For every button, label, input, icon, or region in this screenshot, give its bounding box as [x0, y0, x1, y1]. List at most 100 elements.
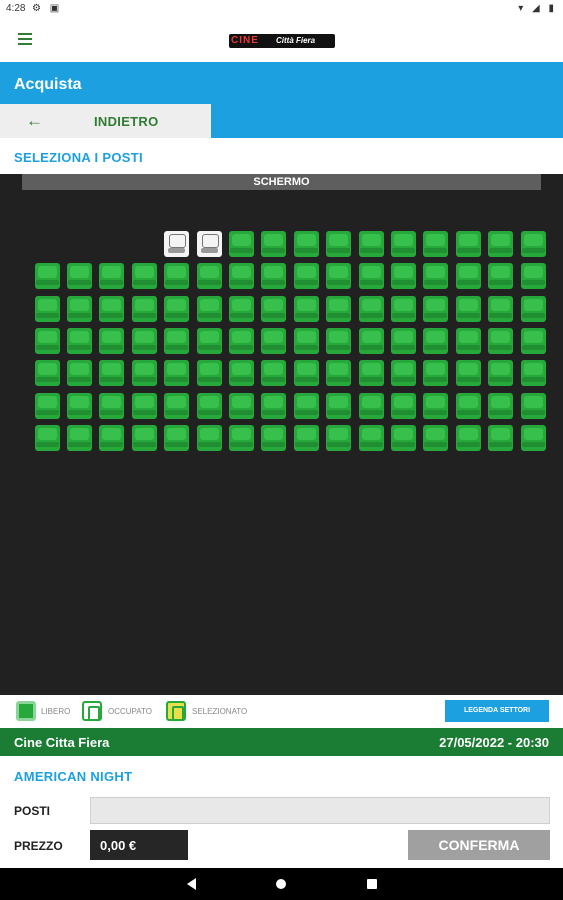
- free-seat[interactable]: [67, 263, 92, 290]
- free-seat[interactable]: [131, 360, 157, 387]
- free-seat[interactable]: [34, 295, 60, 322]
- free-seat[interactable]: [229, 263, 254, 290]
- free-seat[interactable]: [326, 360, 352, 387]
- free-seat[interactable]: [391, 327, 416, 354]
- free-seat[interactable]: [131, 424, 157, 451]
- free-seat[interactable]: [196, 360, 222, 387]
- free-seat[interactable]: [196, 263, 222, 290]
- free-seat[interactable]: [67, 327, 92, 354]
- free-seat[interactable]: [293, 231, 319, 257]
- free-seat[interactable]: [67, 360, 92, 387]
- free-seat[interactable]: [455, 263, 481, 290]
- free-seat[interactable]: [520, 424, 546, 451]
- free-seat[interactable]: [131, 392, 157, 419]
- back-button[interactable]: ← INDIETRO: [0, 104, 211, 138]
- free-seat[interactable]: [196, 327, 222, 354]
- free-seat[interactable]: [261, 392, 287, 419]
- free-seat[interactable]: [99, 360, 125, 387]
- free-seat[interactable]: [358, 360, 384, 387]
- free-seat[interactable]: [99, 295, 125, 322]
- free-seat[interactable]: [293, 327, 319, 354]
- free-seat[interactable]: [520, 360, 546, 387]
- free-seat[interactable]: [196, 424, 222, 451]
- free-seat[interactable]: [261, 360, 287, 387]
- free-seat[interactable]: [520, 392, 546, 419]
- free-seat[interactable]: [391, 263, 416, 290]
- free-seat[interactable]: [423, 392, 449, 419]
- free-seat[interactable]: [131, 263, 157, 290]
- free-seat[interactable]: [520, 327, 546, 354]
- free-seat[interactable]: [391, 231, 416, 257]
- free-seat[interactable]: [455, 231, 481, 257]
- free-seat[interactable]: [423, 295, 449, 322]
- free-seat[interactable]: [34, 360, 60, 387]
- free-seat[interactable]: [131, 327, 157, 354]
- nav-back-icon[interactable]: [187, 878, 196, 890]
- free-seat[interactable]: [229, 424, 254, 451]
- free-seat[interactable]: [293, 295, 319, 322]
- free-seat[interactable]: [520, 295, 546, 322]
- free-seat[interactable]: [358, 231, 384, 257]
- free-seat[interactable]: [99, 263, 125, 290]
- free-seat[interactable]: [293, 263, 319, 290]
- free-seat[interactable]: [164, 424, 190, 451]
- free-seat[interactable]: [520, 263, 546, 290]
- free-seat[interactable]: [34, 424, 60, 451]
- free-seat[interactable]: [99, 392, 125, 419]
- free-seat[interactable]: [164, 327, 190, 354]
- free-seat[interactable]: [99, 424, 125, 451]
- free-seat[interactable]: [488, 231, 514, 257]
- confirm-button[interactable]: CONFERMA: [408, 830, 550, 860]
- free-seat[interactable]: [261, 295, 287, 322]
- free-seat[interactable]: [196, 295, 222, 322]
- free-seat[interactable]: [455, 295, 481, 322]
- free-seat[interactable]: [358, 424, 384, 451]
- free-seat[interactable]: [423, 424, 449, 451]
- free-seat[interactable]: [488, 424, 514, 451]
- free-seat[interactable]: [164, 295, 190, 322]
- free-seat[interactable]: [261, 263, 287, 290]
- free-seat[interactable]: [488, 295, 514, 322]
- free-seat[interactable]: [423, 231, 449, 257]
- free-seat[interactable]: [423, 263, 449, 290]
- free-seat[interactable]: [488, 360, 514, 387]
- free-seat[interactable]: [326, 327, 352, 354]
- free-seat[interactable]: [391, 424, 416, 451]
- free-seat[interactable]: [391, 360, 416, 387]
- menu-icon[interactable]: [18, 33, 32, 45]
- free-seat[interactable]: [326, 392, 352, 419]
- free-seat[interactable]: [164, 263, 190, 290]
- free-seat[interactable]: [326, 295, 352, 322]
- free-seat[interactable]: [293, 392, 319, 419]
- free-seat[interactable]: [67, 392, 92, 419]
- free-seat[interactable]: [326, 231, 352, 257]
- free-seat[interactable]: [488, 327, 514, 354]
- free-seat[interactable]: [34, 392, 60, 419]
- free-seat[interactable]: [488, 392, 514, 419]
- free-seat[interactable]: [358, 263, 384, 290]
- free-seat[interactable]: [455, 327, 481, 354]
- free-seat[interactable]: [391, 392, 416, 419]
- free-seat[interactable]: [455, 424, 481, 451]
- free-seat[interactable]: [261, 231, 287, 257]
- free-seat[interactable]: [229, 231, 254, 257]
- free-seat[interactable]: [391, 295, 416, 322]
- free-seat[interactable]: [34, 263, 60, 290]
- nav-home-icon[interactable]: [276, 879, 286, 889]
- free-seat[interactable]: [358, 327, 384, 354]
- free-seat[interactable]: [261, 327, 287, 354]
- free-seat[interactable]: [423, 327, 449, 354]
- free-seat[interactable]: [293, 424, 319, 451]
- free-seat[interactable]: [261, 424, 287, 451]
- free-seat[interactable]: [67, 295, 92, 322]
- free-seat[interactable]: [455, 392, 481, 419]
- free-seat[interactable]: [67, 424, 92, 451]
- nav-recents-icon[interactable]: [367, 879, 377, 889]
- free-seat[interactable]: [196, 392, 222, 419]
- free-seat[interactable]: [358, 392, 384, 419]
- free-seat[interactable]: [164, 360, 190, 387]
- free-seat[interactable]: [423, 360, 449, 387]
- free-seat[interactable]: [229, 295, 254, 322]
- legend-sectors-button[interactable]: LEGENDA SETTORI: [445, 700, 549, 722]
- free-seat[interactable]: [358, 295, 384, 322]
